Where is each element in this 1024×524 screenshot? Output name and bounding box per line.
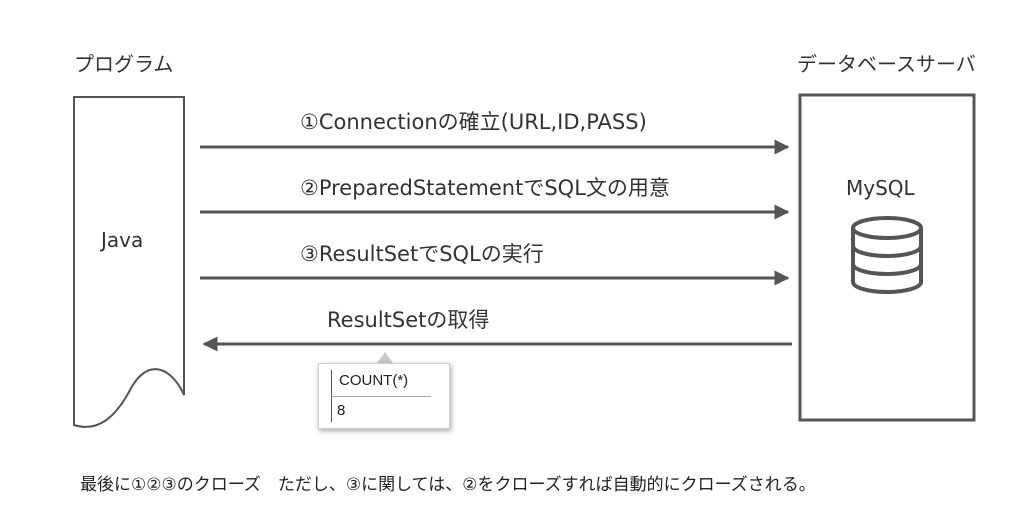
arrow-label-prepared-statement: ②PreparedStatementでSQL文の用意 (300, 176, 670, 200)
result-table-separator (331, 396, 431, 397)
mysql-label: MySQL (846, 176, 915, 200)
arrow-label-connection: ①Connectionの確立(URL,ID,PASS) (300, 110, 647, 134)
program-label: プログラム (74, 52, 174, 76)
result-table-header: COUNT(*) (339, 372, 409, 389)
arrow-label-resultset-return: ResultSetの取得 (327, 308, 490, 332)
footer-note: 最後に①②③のクローズ ただし、③に関しては、②をクローズすれば自動的にクローズ… (80, 475, 816, 495)
arrow-label-resultset-execute: ③ResultSetでSQLの実行 (300, 242, 544, 266)
tooltip-pointer (377, 352, 393, 363)
result-table-tooltip: COUNT(*) 8 (318, 363, 450, 429)
java-label: Java (101, 228, 144, 252)
program-document-shape (73, 96, 185, 428)
server-label: データベースサーバ (797, 52, 976, 76)
result-table-value: 8 (337, 402, 346, 419)
